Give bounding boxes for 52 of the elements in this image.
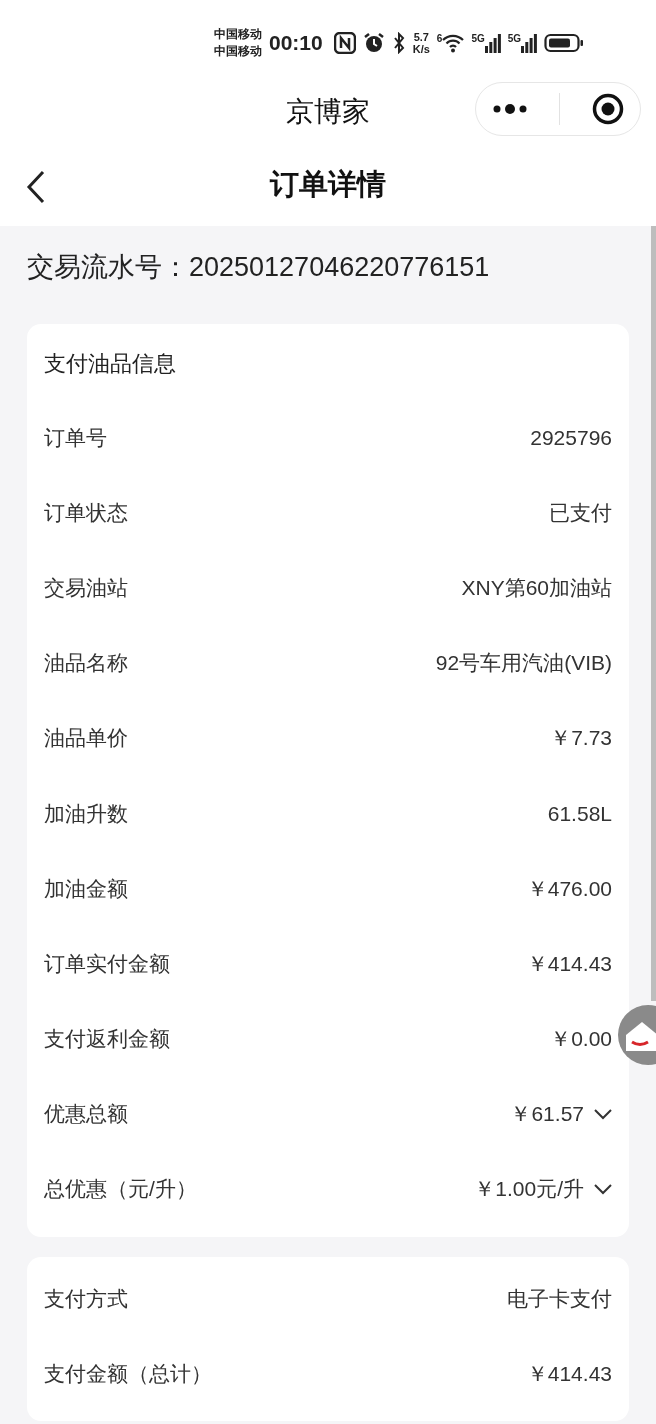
alarm-icon <box>362 32 385 54</box>
row-value: ￥476.00 <box>526 875 612 902</box>
bluetooth-icon <box>391 32 406 54</box>
row-value: ￥414.43 <box>526 950 612 977</box>
row-value: 已支付 <box>549 499 612 526</box>
network-type: 5G <box>471 33 485 44</box>
more-icon[interactable] <box>491 104 528 114</box>
row-value: ￥414.43 <box>526 1360 612 1387</box>
serial-label: 交易流水号： <box>27 251 189 284</box>
page-title: 订单详情 <box>270 167 386 202</box>
nfc-icon <box>333 32 356 54</box>
carrier-name: 中国移动 <box>214 43 262 60</box>
serial-number: 20250127046220776151 <box>189 251 490 283</box>
row-label: 油品单价 <box>44 725 128 752</box>
close-icon[interactable] <box>592 93 625 125</box>
row-value: ￥61.57 <box>510 1101 584 1128</box>
row-label: 订单状态 <box>44 499 128 526</box>
network-speed: 5.7 <box>413 31 429 43</box>
home-float-button[interactable] <box>618 1005 656 1065</box>
row-label: 油品名称 <box>44 650 128 677</box>
row-label: 支付方式 <box>44 1285 128 1312</box>
signal-icon <box>521 33 538 53</box>
row-value: 92号车用汽油(VIB) <box>435 650 612 677</box>
wifi-icon <box>442 33 465 53</box>
clock-time: 00:10 <box>269 31 323 55</box>
chevron-down-icon[interactable] <box>594 1183 612 1196</box>
row-label: 加油升数 <box>44 800 128 827</box>
carrier-name: 中国移动 <box>214 26 262 43</box>
card-title: 支付油品信息 <box>44 350 177 378</box>
row-label: 优惠总额 <box>44 1101 128 1128</box>
network-speed: K/s <box>412 43 430 55</box>
row-label: 总优惠（元/升） <box>44 1176 197 1203</box>
battery-icon <box>544 33 585 53</box>
network-type: 5G <box>507 33 522 44</box>
row-label: 订单实付金额 <box>44 950 170 977</box>
back-icon[interactable] <box>26 170 46 204</box>
row-label: 加油金额 <box>44 875 128 902</box>
row-value: ￥7.73 <box>550 725 612 752</box>
row-value: 2925796 <box>530 425 612 450</box>
row-label: 订单号 <box>44 424 107 451</box>
wifi-label: 6 <box>436 33 443 44</box>
row-label: 支付金额（总计） <box>44 1360 212 1387</box>
row-value: ￥1.00元/升 <box>474 1176 584 1203</box>
chevron-down-icon[interactable] <box>594 1108 612 1121</box>
row-value: ￥0.00 <box>550 1026 612 1053</box>
row-label: 交易油站 <box>44 574 128 601</box>
row-value: 61.58L <box>547 801 612 826</box>
row-label: 支付返利金额 <box>44 1026 170 1053</box>
signal-icon <box>484 33 501 53</box>
row-value: XNY第60加油站 <box>461 574 612 601</box>
row-value: 电子卡支付 <box>507 1285 612 1312</box>
app-title: 京博家 <box>286 95 370 129</box>
